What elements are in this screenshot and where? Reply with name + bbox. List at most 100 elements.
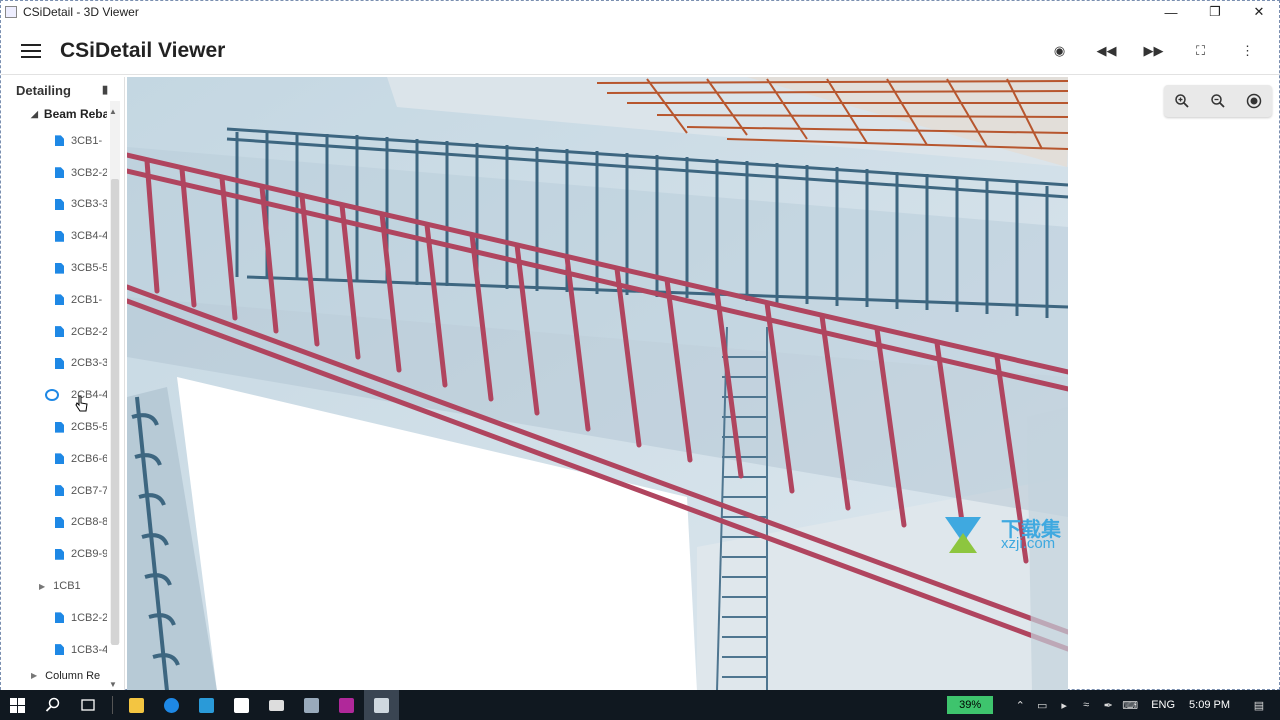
tree-item[interactable]: 3CB2-2	[1, 157, 107, 189]
volume-icon[interactable]: ▸	[1053, 699, 1075, 712]
3d-viewport[interactable]: 下载集 xzji.com	[127, 77, 1068, 691]
document-icon	[55, 135, 64, 147]
tree-item[interactable]: 2CB9-9	[1, 538, 107, 570]
rewind-icon[interactable]: ◀◀	[1083, 27, 1130, 75]
title-bar: CSiDetail - 3D Viewer — ❐ ✕	[1, 1, 1280, 23]
document-icon	[55, 644, 64, 656]
mail-icon[interactable]	[259, 690, 294, 720]
hand-cursor-icon	[75, 395, 88, 412]
collapse-caret-icon[interactable]: ▶	[31, 671, 37, 680]
language-indicator[interactable]: ENG	[1151, 699, 1175, 711]
tree-item[interactable]: 2CB3-3	[1, 348, 107, 380]
tree-group-label: Column Re	[45, 669, 101, 682]
fast-forward-icon[interactable]: ▶▶	[1130, 27, 1177, 75]
document-icon	[55, 357, 64, 369]
document-icon	[55, 230, 64, 242]
tree-group-label: Beam Reba	[43, 107, 107, 121]
tree-item-label: 2CB9-9	[71, 548, 107, 561]
app-de-icon[interactable]	[329, 690, 364, 720]
window-title: CSiDetail - 3D Viewer	[23, 5, 139, 19]
app-generic-icon[interactable]	[294, 690, 329, 720]
minimize-icon[interactable]: —	[1149, 1, 1193, 23]
tree-item[interactable]: 1CB2-2	[1, 602, 107, 634]
app-window: CSiDetail - 3D Viewer — ❐ ✕ CSiDetail Vi…	[0, 0, 1280, 691]
tree-item-label: 1CB1	[53, 580, 81, 593]
pin-icon[interactable]: ▮	[102, 83, 108, 96]
tree-item-label: 2CB6-6	[71, 452, 107, 465]
scroll-down-icon[interactable]: ▼	[109, 680, 117, 689]
notification-icon[interactable]: ▤	[1248, 699, 1270, 712]
watermark-logo-icon	[945, 517, 981, 553]
wifi-icon[interactable]: ≈	[1075, 699, 1097, 711]
taskbar: 39% ⌃ ▭ ▸ ≈ ✒ ⌨ ENG 5:09 PM ▤	[0, 690, 1280, 720]
edge-icon[interactable]	[154, 690, 189, 720]
system-tray: 39% ⌃ ▭ ▸ ≈ ✒ ⌨ ENG 5:09 PM ▤	[947, 690, 1280, 720]
tree-item-label: 3CB4-4	[71, 230, 107, 243]
tree-item-label: 2CB7-7	[71, 484, 107, 497]
app-icon	[5, 6, 17, 18]
watermark: 下载集 xzji.com	[943, 515, 1068, 559]
app-title: CSiDetail Viewer	[60, 38, 226, 62]
document-icon	[55, 485, 64, 497]
tree-item-label: 1CB2-2	[71, 611, 107, 624]
battery-icon[interactable]: ▭	[1031, 699, 1053, 712]
tree-item-label: 2CB1-	[71, 293, 103, 306]
panel-header: Detailing ▮	[1, 77, 124, 103]
taskbar-separator	[105, 690, 119, 720]
hamburger-menu-icon[interactable]	[21, 43, 41, 58]
center-icon[interactable]	[1240, 87, 1268, 115]
zoom-in-icon[interactable]	[1168, 87, 1196, 115]
tree-scroll-thumb[interactable]	[111, 179, 119, 645]
tree-item[interactable]: 1CB3-4	[1, 634, 107, 666]
view-3d-icon	[45, 389, 59, 402]
pen-icon[interactable]: ✒	[1097, 699, 1119, 712]
battery-indicator[interactable]: 39%	[947, 696, 994, 714]
close-icon[interactable]: ✕	[1237, 1, 1280, 23]
document-icon	[55, 453, 64, 465]
tree-item-label: 3CB3-3	[71, 198, 107, 211]
tree-item[interactable]: 3CB1-	[1, 125, 107, 157]
csidetail-taskbar-icon[interactable]	[364, 690, 399, 720]
tree-item-label: 1CB3-4	[71, 643, 107, 656]
tree-item[interactable]: 3CB5-5	[1, 252, 107, 284]
tree-item-label: 2CB8-8	[71, 516, 107, 529]
tree-item[interactable]: 2CB6-6	[1, 443, 107, 475]
tree-item-label: 2CB3-3	[71, 357, 107, 370]
keyboard-icon[interactable]: ⌨	[1119, 699, 1141, 712]
store-icon[interactable]	[224, 690, 259, 720]
start-icon[interactable]	[0, 690, 35, 720]
tree-item-1cb1[interactable]: ▶ 1CB1	[1, 570, 107, 602]
tree-item[interactable]: 2CB1-	[1, 284, 107, 316]
scroll-up-icon[interactable]: ▲	[109, 107, 117, 116]
fit-screen-icon[interactable]: ⛶	[1177, 27, 1224, 75]
document-icon	[55, 294, 64, 306]
expand-caret-icon[interactable]: ◢	[31, 109, 38, 120]
file-explorer-icon[interactable]	[119, 690, 154, 720]
restore-icon[interactable]: ❐	[1193, 1, 1237, 23]
tree-item[interactable]: 2CB4-4	[1, 379, 107, 411]
clock[interactable]: 5:09 PM	[1189, 699, 1230, 711]
app-l-icon[interactable]	[189, 690, 224, 720]
tree-item[interactable]: 2CB2-2	[1, 316, 107, 348]
zoom-out-icon[interactable]	[1204, 87, 1232, 115]
zoom-toolbar	[1164, 85, 1272, 117]
tree-item[interactable]: 3CB4-4	[1, 220, 107, 252]
search-icon[interactable]	[35, 690, 70, 720]
record-icon[interactable]: ◉	[1036, 27, 1083, 75]
collapse-caret-icon[interactable]: ▶	[39, 582, 45, 591]
tree-item-label: 2CB2-2	[71, 325, 107, 338]
watermark-bottom: xzji.com	[1001, 535, 1056, 552]
document-icon	[55, 262, 64, 274]
task-view-icon[interactable]	[70, 690, 105, 720]
tree-item[interactable]: 2CB7-7	[1, 475, 107, 507]
tree-group-beam-rebar[interactable]: ◢ Beam Reba	[1, 103, 107, 125]
more-vert-icon[interactable]: ⋮	[1224, 27, 1271, 75]
tree-group-column-rebar[interactable]: ▶ Column Re	[1, 666, 107, 686]
tray-overflow-icon[interactable]: ⌃	[1009, 699, 1031, 712]
document-icon	[55, 548, 64, 560]
tree-item[interactable]: 2CB5-5	[1, 411, 107, 443]
tree-item[interactable]: 3CB3-3	[1, 189, 107, 221]
tree-item-label: 3CB1-	[71, 134, 103, 147]
detailing-panel: Detailing ▮ ◢ Beam Reba 3CB1- 3CB2-2 3CB3-…	[1, 77, 125, 691]
tree-item[interactable]: 2CB8-8	[1, 507, 107, 539]
